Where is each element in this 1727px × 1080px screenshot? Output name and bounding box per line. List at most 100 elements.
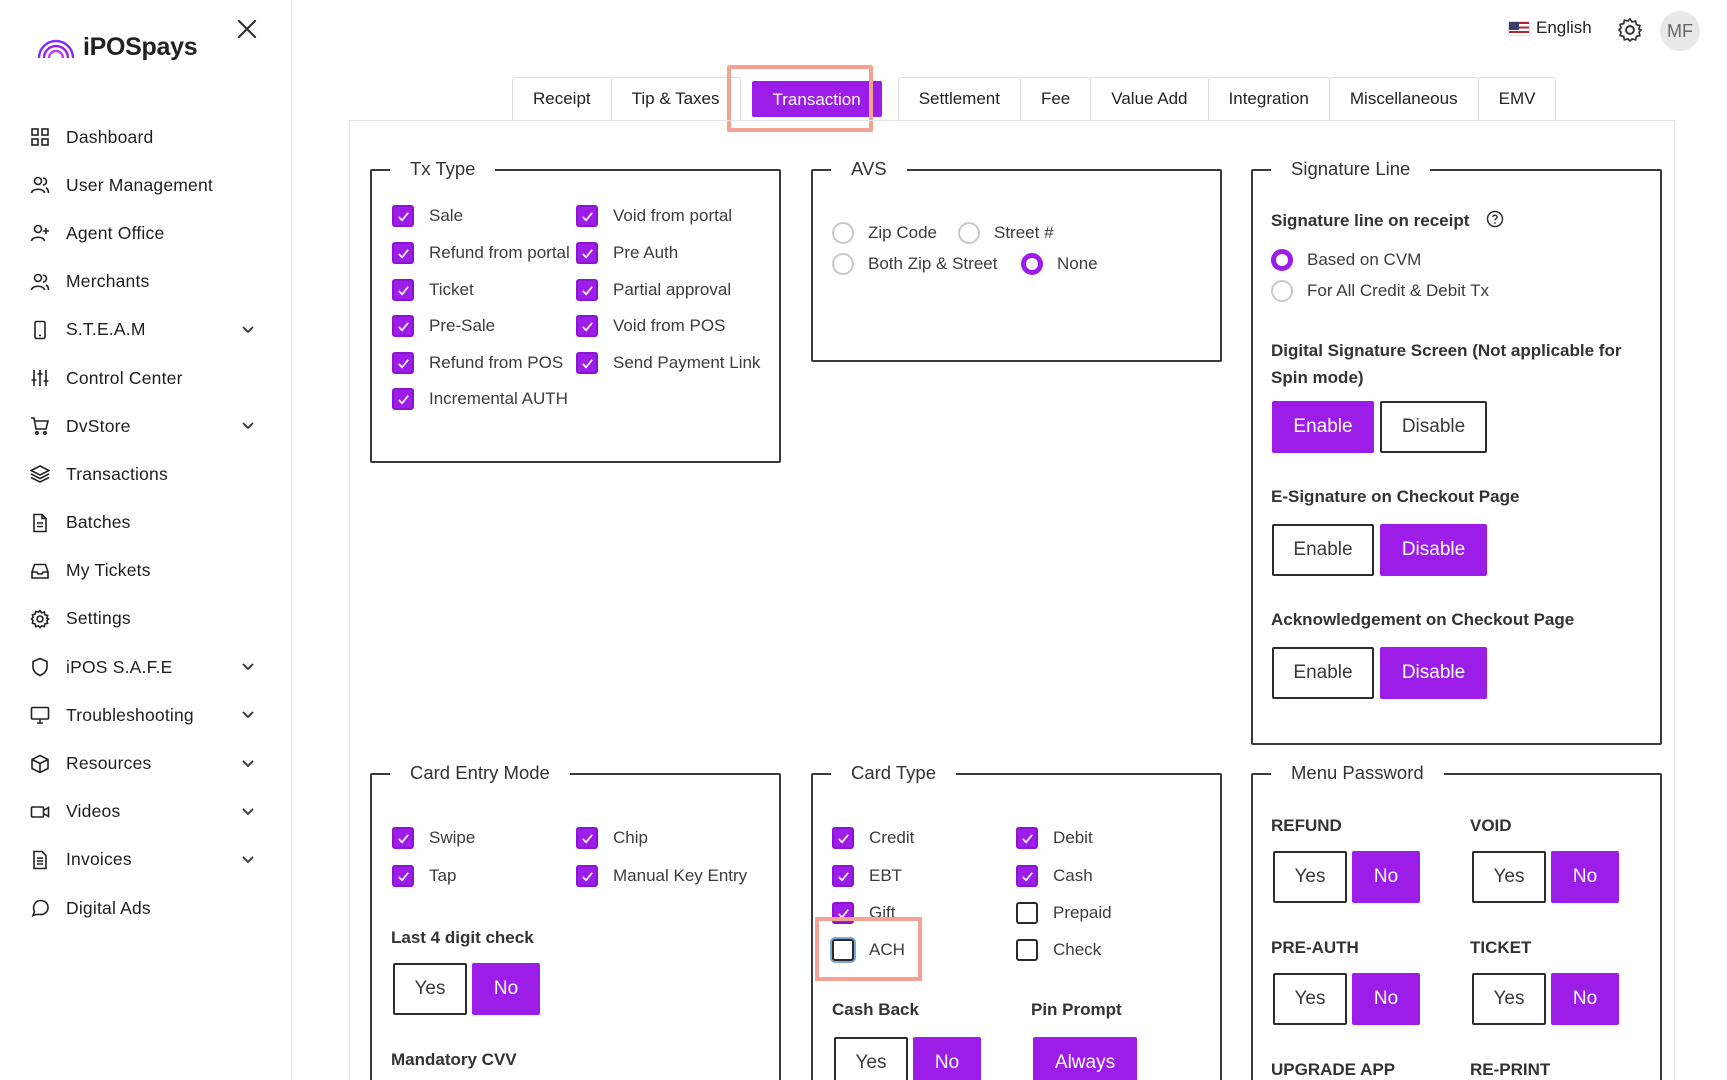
ticket-no-button[interactable]: No	[1551, 973, 1619, 1025]
help-icon[interactable]	[1486, 210, 1504, 228]
sidebar-item-invoices[interactable]: Invoices	[0, 836, 292, 884]
ticket-yes-button[interactable]: Yes	[1472, 973, 1546, 1025]
chevron-down-icon[interactable]	[241, 806, 255, 818]
checkbox-checked-icon[interactable]	[392, 205, 414, 227]
chevron-down-icon[interactable]	[241, 661, 255, 673]
sidebar-item-dvstore[interactable]: DvStore	[0, 402, 292, 450]
checkbox-checked-icon[interactable]	[576, 827, 598, 849]
radio-all-credit-debit[interactable]: For All Credit & Debit Tx	[1271, 280, 1489, 302]
checkbox-gift[interactable]: Gift	[832, 902, 895, 924]
checkbox-ticket[interactable]: Ticket	[392, 279, 474, 301]
checkbox-checked-icon[interactable]	[576, 315, 598, 337]
radio-zip-code[interactable]: Zip Code	[832, 222, 937, 244]
tab-value-add[interactable]: Value Add	[1090, 77, 1209, 120]
sidebar-item-videos[interactable]: Videos	[0, 788, 292, 836]
radio-unselected-icon[interactable]	[832, 222, 854, 244]
radio-based-on-cvm[interactable]: Based on CVM	[1271, 249, 1421, 271]
chevron-down-icon[interactable]	[241, 420, 255, 432]
checkbox-pre-sale[interactable]: Pre-Sale	[392, 315, 495, 337]
tab-fee[interactable]: Fee	[1019, 77, 1092, 120]
preauth-yes-button[interactable]: Yes	[1273, 973, 1347, 1025]
checkbox-checked-icon[interactable]	[392, 279, 414, 301]
checkbox-void-from-pos[interactable]: Void from POS	[576, 315, 725, 337]
sidebar-item-steam[interactable]: S.T.E.A.M	[0, 306, 292, 354]
checkbox-unchecked-icon[interactable]	[832, 939, 854, 961]
void-yes-button[interactable]: Yes	[1472, 851, 1546, 903]
chevron-down-icon[interactable]	[241, 758, 255, 770]
checkbox-credit[interactable]: Credit	[832, 827, 914, 849]
pin-prompt-select[interactable]: Always	[1033, 1037, 1137, 1080]
sidebar-item-batches[interactable]: Batches	[0, 499, 292, 547]
tab-integration[interactable]: Integration	[1207, 77, 1330, 120]
checkbox-checked-icon[interactable]	[576, 352, 598, 374]
checkbox-partial-approval[interactable]: Partial approval	[576, 279, 731, 301]
checkbox-swipe[interactable]: Swipe	[392, 827, 475, 849]
checkbox-pre-auth[interactable]: Pre Auth	[576, 242, 678, 264]
tab-settlement[interactable]: Settlement	[897, 77, 1021, 120]
esignature-disable-button[interactable]: Disable	[1380, 524, 1487, 576]
checkbox-check[interactable]: Check	[1016, 939, 1101, 961]
chevron-down-icon[interactable]	[241, 709, 255, 721]
checkbox-checked-icon[interactable]	[1016, 865, 1038, 887]
checkbox-unchecked-icon[interactable]	[1016, 939, 1038, 961]
digital-signature-disable-button[interactable]: Disable	[1380, 401, 1487, 453]
tab-miscellaneous[interactable]: Miscellaneous	[1328, 77, 1479, 120]
checkbox-ach[interactable]: ACH	[832, 939, 905, 961]
checkbox-checked-icon[interactable]	[392, 352, 414, 374]
checkbox-checked-icon[interactable]	[576, 865, 598, 887]
sidebar-item-ipos-safe[interactable]: iPOS S.A.F.E	[0, 643, 292, 691]
checkbox-checked-icon[interactable]	[576, 205, 598, 227]
checkbox-checked-icon[interactable]	[576, 279, 598, 301]
last4-yes-button[interactable]: Yes	[393, 963, 467, 1015]
tab-receipt[interactable]: Receipt	[512, 77, 612, 120]
gear-icon[interactable]	[1617, 17, 1643, 43]
checkbox-checked-icon[interactable]	[832, 902, 854, 924]
avatar[interactable]: MF	[1660, 11, 1700, 51]
checkbox-checked-icon[interactable]	[392, 315, 414, 337]
checkbox-prepaid[interactable]: Prepaid	[1016, 902, 1112, 924]
sidebar-item-merchants[interactable]: Merchants	[0, 258, 292, 306]
sidebar-item-digital-ads[interactable]: Digital Ads	[0, 884, 292, 932]
sidebar-item-settings[interactable]: Settings	[0, 595, 292, 643]
close-sidebar-icon[interactable]	[234, 16, 260, 42]
checkbox-ebt[interactable]: EBT	[832, 865, 902, 887]
radio-unselected-icon[interactable]	[1271, 280, 1293, 302]
checkbox-manual-key-entry[interactable]: Manual Key Entry	[576, 865, 747, 887]
sidebar-item-my-tickets[interactable]: My Tickets	[0, 547, 292, 595]
checkbox-void-from-portal[interactable]: Void from portal	[576, 205, 732, 227]
checkbox-checked-icon[interactable]	[576, 242, 598, 264]
checkbox-debit[interactable]: Debit	[1016, 827, 1093, 849]
radio-unselected-icon[interactable]	[958, 222, 980, 244]
checkbox-checked-icon[interactable]	[832, 827, 854, 849]
sidebar-item-troubleshooting[interactable]: Troubleshooting	[0, 691, 292, 739]
tab-emv[interactable]: EMV	[1477, 77, 1557, 120]
radio-unselected-icon[interactable]	[832, 253, 854, 275]
last4-no-button[interactable]: No	[472, 963, 540, 1015]
esignature-enable-button[interactable]: Enable	[1272, 524, 1374, 576]
acknowledgement-disable-button[interactable]: Disable	[1380, 647, 1487, 699]
chevron-down-icon[interactable]	[241, 854, 255, 866]
radio-street[interactable]: Street #	[958, 222, 1054, 244]
checkbox-sale[interactable]: Sale	[392, 205, 463, 227]
ipospays-logo[interactable]: iPOSpays	[37, 33, 198, 62]
checkbox-checked-icon[interactable]	[392, 242, 414, 264]
radio-selected-icon[interactable]	[1021, 253, 1043, 275]
refund-no-button[interactable]: No	[1352, 851, 1420, 903]
checkbox-checked-icon[interactable]	[392, 388, 414, 410]
tab-tip-taxes[interactable]: Tip & Taxes	[610, 77, 741, 120]
checkbox-checked-icon[interactable]	[832, 865, 854, 887]
radio-both-zip-street[interactable]: Both Zip & Street	[832, 253, 997, 275]
sidebar-item-transactions[interactable]: Transactions	[0, 450, 292, 498]
cash-back-no-button[interactable]: No	[913, 1037, 981, 1080]
chevron-down-icon[interactable]	[241, 324, 255, 336]
checkbox-checked-icon[interactable]	[1016, 827, 1038, 849]
checkbox-chip[interactable]: Chip	[576, 827, 648, 849]
sidebar-item-control-center[interactable]: Control Center	[0, 354, 292, 402]
sidebar-item-agent-office[interactable]: Agent Office	[0, 209, 292, 257]
checkbox-refund-from-pos[interactable]: Refund from POS	[392, 352, 563, 374]
acknowledgement-enable-button[interactable]: Enable	[1272, 647, 1374, 699]
preauth-no-button[interactable]: No	[1352, 973, 1420, 1025]
tab-transaction[interactable]: Transaction	[751, 81, 882, 117]
cash-back-yes-button[interactable]: Yes	[834, 1037, 908, 1080]
checkbox-tap[interactable]: Tap	[392, 865, 456, 887]
